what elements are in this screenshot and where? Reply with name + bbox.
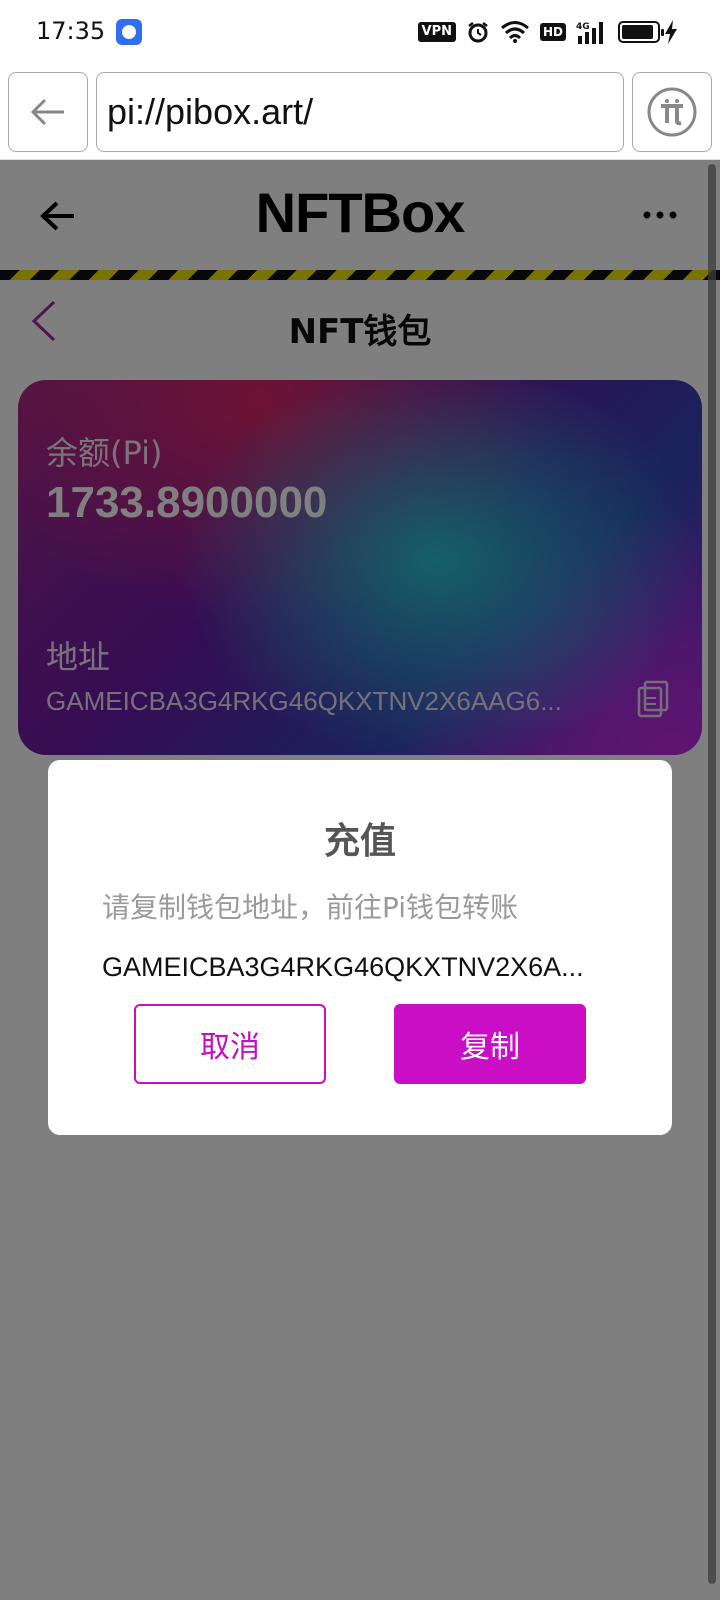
signal-icon: 4G (576, 22, 603, 44)
dialog-address: GAMEICBA3G4RKG46QKXTNV2X6A... (102, 952, 584, 982)
svg-text:4G: 4G (576, 22, 590, 32)
charging-icon (665, 20, 677, 44)
battery-level (622, 25, 653, 39)
alarm-icon (468, 22, 488, 43)
dialog-message: 请复制钱包地址，前往Pi钱包转账 (102, 891, 519, 924)
scrollbar[interactable] (708, 164, 716, 1584)
battery-icon (618, 21, 664, 43)
arrow-left-icon (30, 98, 64, 126)
recharge-dialog: 充值 请复制钱包地址，前往Pi钱包转账 GAMEICBA3G4RKG46QKXT… (48, 760, 672, 1135)
copy-button[interactable]: 复制 (394, 1004, 586, 1084)
wifi-icon (501, 21, 529, 43)
browser-bar (0, 64, 720, 160)
browser-back-button[interactable] (8, 72, 88, 152)
pi-browser-button[interactable] (632, 72, 712, 152)
hd-badge: HD (539, 23, 566, 41)
dialog-title: 充值 (323, 821, 396, 862)
cancel-button[interactable]: 取消 (134, 1004, 326, 1084)
url-input[interactable] (96, 72, 624, 152)
status-bar: 17:35 VPN HD 4G (0, 0, 720, 64)
baidu-app-icon (116, 19, 142, 45)
pi-logo-icon (647, 87, 697, 137)
status-time: 17:35 (36, 17, 106, 45)
vpn-badge: VPN (417, 22, 456, 42)
status-icons: VPN HD 4G (417, 18, 664, 46)
